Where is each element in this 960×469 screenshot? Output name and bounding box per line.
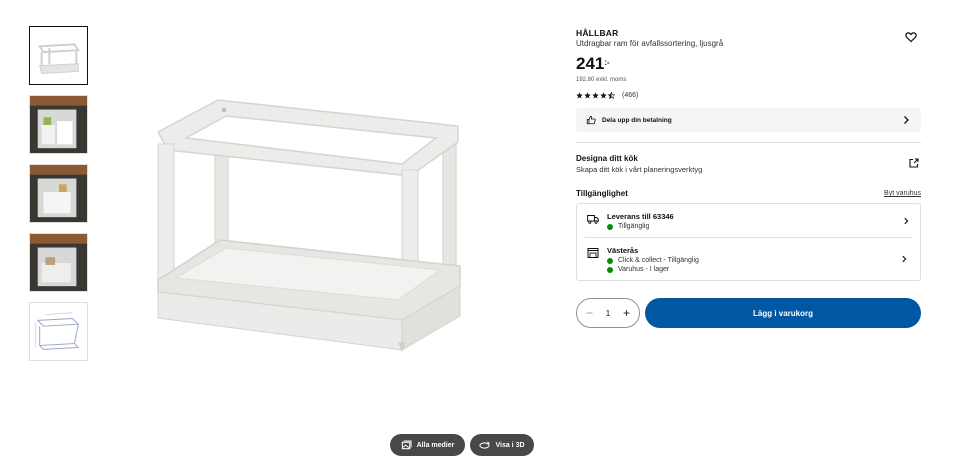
thumbnail-product-frame[interactable] (29, 26, 88, 85)
status-dot (607, 257, 613, 264)
status-dot (607, 266, 613, 273)
availability-header: Tillgänglighet Byt varuhus (576, 189, 921, 198)
price-suffix: :- (604, 58, 610, 67)
star-icon (592, 92, 599, 99)
all-media-button[interactable]: Alla medier (390, 434, 465, 456)
thumbnail-list (29, 26, 88, 371)
truck-icon (587, 215, 599, 224)
price: 241 :- (576, 54, 921, 74)
chevron-right-icon (902, 255, 907, 263)
in-store-status: Varuhus - I lager (607, 266, 699, 273)
product-brand: HÅLLBAR (576, 28, 619, 38)
star-icon (600, 92, 607, 99)
thumbnail-kitchen-2[interactable] (29, 164, 88, 223)
store-title: Västerås (607, 246, 639, 255)
split-payment-banner[interactable]: Dela upp din betalning (576, 108, 921, 132)
thumbnail-kitchen-3[interactable] (29, 233, 88, 292)
thumbs-up-icon (586, 115, 596, 125)
delivery-status-text: Tillgänglig (618, 223, 650, 230)
review-count: (466) (622, 92, 639, 99)
store-row[interactable]: Västerås Click & collect - Tillgänglig V… (585, 237, 912, 280)
half-star-icon (608, 92, 615, 99)
main-product-image[interactable] (140, 80, 480, 370)
thumbnail-kitchen-1[interactable] (29, 95, 88, 154)
kitchen-thumb-image (30, 96, 87, 153)
price-value: 241 (576, 54, 605, 73)
chevron-right-icon (904, 217, 909, 224)
view-3d-label: Visa i 3D (495, 441, 525, 449)
delivery-title: Leverans till 63346 (607, 212, 674, 221)
frame-thumb-image (30, 27, 87, 84)
store-icon (587, 248, 599, 258)
click-collect-status: Click & collect - Tillgänglig (607, 257, 699, 264)
status-dot (607, 223, 613, 230)
click-collect-text: Click & collect - Tillgänglig (618, 257, 699, 264)
dimension-thumb-image (30, 303, 87, 360)
kitchen-thumb-image (30, 234, 87, 291)
quantity-stepper: − 1 + (576, 298, 640, 328)
chevron-right-icon (904, 116, 909, 124)
price-excl-vat: 192,80 exkl. moms (576, 77, 627, 83)
delivery-status: Tillgänglig (607, 223, 674, 230)
split-payment-label: Dela upp din betalning (602, 116, 672, 124)
kitchen-thumb-image (30, 165, 87, 222)
product-info: HÅLLBAR Utdragbar ram för avfallssorteri… (576, 28, 921, 328)
external-link-icon (909, 158, 919, 168)
design-kitchen-subtitle: Skapa ditt kök i vårt planeringsverktyg (576, 165, 703, 174)
view-3d-button[interactable]: Visa i 3D (470, 434, 534, 456)
design-kitchen-link[interactable]: Designa ditt kök Skapa ditt kök i vårt p… (576, 154, 921, 174)
availability-title: Tillgänglighet (576, 189, 628, 198)
availability-box: Leverans till 63346 Tillgänglig Västerås… (576, 203, 921, 281)
all-media-label: Alla medier (416, 441, 455, 449)
heart-icon[interactable] (905, 31, 917, 43)
star-icon (584, 92, 591, 99)
quantity-value[interactable]: 1 (606, 309, 610, 318)
in-store-text: Varuhus - I lager (618, 266, 670, 273)
divider (576, 142, 921, 143)
add-to-cart-button[interactable]: Lägg i varukorg (645, 298, 921, 328)
rating[interactable]: (466) (576, 92, 921, 99)
decrease-quantity-button[interactable]: − (586, 307, 593, 319)
pull-out-frame-illustration (156, 99, 461, 352)
rotate-3d-icon (479, 440, 491, 449)
increase-quantity-button[interactable]: + (623, 307, 630, 319)
gallery-icon (401, 439, 412, 449)
product-description: Utdragbar ram för avfallssortering, ljus… (576, 39, 724, 48)
buy-row: − 1 + Lägg i varukorg (576, 298, 921, 328)
design-kitchen-title: Designa ditt kök (576, 154, 638, 163)
change-store-link[interactable]: Byt varuhus (884, 190, 921, 197)
star-icon (576, 92, 583, 99)
thumbnail-dimension-drawing[interactable] (29, 302, 88, 361)
delivery-row[interactable]: Leverans till 63346 Tillgänglig (577, 204, 920, 237)
